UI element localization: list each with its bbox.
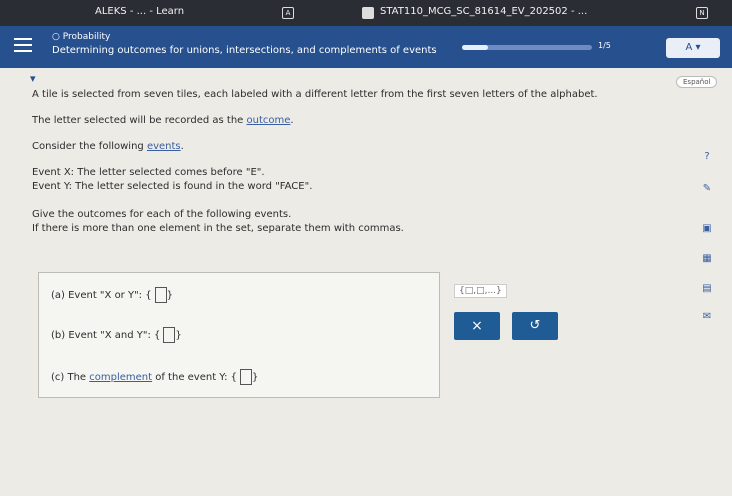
chevron-down-icon[interactable]: ▾: [30, 72, 36, 85]
tab-badge-left: A: [282, 7, 294, 19]
consider-period: .: [180, 141, 184, 152]
accessibility-button[interactable]: A ▾: [666, 38, 720, 58]
event-x: Event X: The letter selected comes befor…: [32, 167, 265, 178]
book-icon[interactable]: ▤: [700, 282, 714, 296]
grid-icon[interactable]: ▦: [700, 252, 714, 266]
question-a: (a) Event "X or Y": {}: [51, 287, 173, 303]
tab-badge-right: N: [696, 7, 708, 19]
pencil-icon[interactable]: ✎: [700, 182, 714, 196]
answer-b-input[interactable]: [163, 327, 176, 343]
instruction-1: Give the outcomes for each of the follow…: [32, 209, 292, 220]
tab-icon: [362, 7, 374, 19]
calculator-icon[interactable]: ▣: [700, 222, 714, 236]
lesson-title: Determining outcomes for unions, interse…: [52, 45, 437, 56]
question-b-label: (b) Event "X and Y":: [51, 330, 151, 341]
clear-button[interactable]: ×: [454, 312, 500, 340]
browser-tab-left[interactable]: ALEKS - ... - Learn: [95, 6, 184, 17]
question-c-pre: (c) The: [51, 372, 90, 383]
answer-tools: {□,□,...} × ↺: [440, 272, 600, 396]
menu-icon[interactable]: [14, 38, 32, 52]
progress-count: 1/5: [598, 41, 611, 50]
browser-tab-right[interactable]: STAT110_MCG_SC_81614_EV_202502 - ...: [380, 6, 587, 17]
outcome-sentence: The letter selected will be recorded as …: [32, 114, 682, 128]
set-keypad-button[interactable]: {□,□,...}: [454, 284, 507, 298]
consider-sentence: Consider the following events.: [32, 140, 682, 154]
answer-c-input[interactable]: [240, 369, 253, 385]
question-a-label: (a) Event "X or Y":: [51, 290, 143, 301]
outcome-period: .: [290, 115, 294, 126]
event-y: Event Y: The letter selected is found in…: [32, 181, 313, 192]
instruction-2: If there is more than one element in the…: [32, 223, 404, 234]
problem-statement: A tile is selected from seven tiles, eac…: [32, 88, 682, 248]
events-link[interactable]: events: [147, 141, 181, 152]
lesson-header: Probability Determining outcomes for uni…: [0, 26, 732, 68]
outcome-link[interactable]: outcome: [246, 115, 290, 126]
progress-fill: [462, 45, 488, 50]
help-icon[interactable]: ?: [700, 150, 714, 164]
instructions: Give the outcomes for each of the follow…: [32, 208, 682, 236]
answer-a-input[interactable]: [154, 287, 167, 303]
undo-button[interactable]: ↺: [512, 312, 558, 340]
question-c: (c) The complement of the event Y: {}: [51, 369, 258, 385]
complement-link[interactable]: complement: [89, 372, 152, 383]
question-c-post: of the event Y:: [152, 372, 228, 383]
progress-bar: [462, 45, 592, 50]
topic-label: Probability: [52, 32, 111, 42]
browser-tab-bar: ALEKS - ... - Learn A STAT110_MCG_SC_816…: [0, 0, 732, 26]
problem-intro: A tile is selected from seven tiles, eac…: [32, 89, 598, 100]
answer-area: (a) Event "X or Y": {} (b) Event "X and …: [38, 272, 440, 398]
accessibility-label: A: [685, 42, 693, 53]
event-definitions: Event X: The letter selected comes befor…: [32, 166, 682, 194]
question-b: (b) Event "X and Y": {}: [51, 327, 182, 343]
espanol-button[interactable]: Español: [676, 76, 718, 88]
outcome-text: The letter selected will be recorded as …: [32, 115, 247, 126]
consider-text: Consider the following: [32, 141, 147, 152]
mail-icon[interactable]: ✉: [700, 310, 714, 324]
